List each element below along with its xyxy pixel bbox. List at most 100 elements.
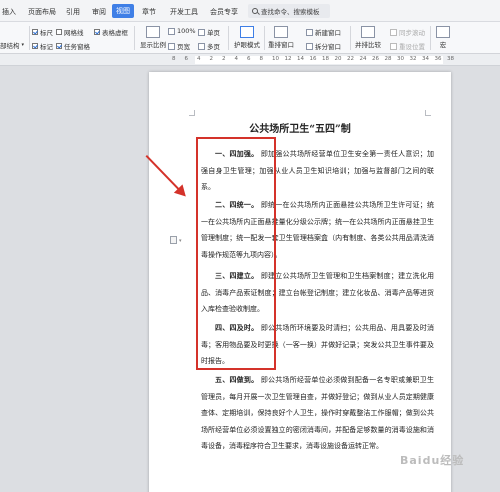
divider bbox=[134, 26, 135, 50]
ruler-number: 24 bbox=[359, 56, 367, 62]
menu-bar: 插入 页面布局 引用 审阅 视图 章节 开发工具 会员专享 查找命令、搜索模板 bbox=[0, 0, 500, 22]
document-title: 公共场所卫生“五四”制 bbox=[249, 124, 351, 135]
page-width-icon bbox=[168, 42, 175, 50]
zoom-ratio-button[interactable]: 显示比例 bbox=[140, 26, 166, 49]
ruler-number: 2 bbox=[209, 56, 214, 62]
eye-icon bbox=[240, 26, 254, 38]
tab-references[interactable]: 引用 bbox=[66, 7, 80, 17]
checkbox-icon bbox=[56, 29, 62, 35]
horizontal-ruler[interactable]: 8 6 4 2 2 4 6 8 10 12 14 16 18 20 22 24 26 28 30 32 34 36 38 bbox=[0, 54, 500, 66]
rearrange-icon bbox=[274, 26, 288, 38]
ruler-number: 2 bbox=[222, 56, 226, 62]
paragraph-text: 即公共场所经营单位必须做到配备一名专职或兼职卫生管理员，每月开展一次卫生管理自查… bbox=[201, 376, 434, 450]
checkbox-icon bbox=[56, 43, 62, 49]
ruler-number: 30 bbox=[397, 56, 404, 62]
tab-chapter[interactable]: 章节 bbox=[142, 7, 156, 17]
divider bbox=[430, 26, 431, 50]
tab-review[interactable]: 审阅 bbox=[92, 7, 106, 17]
paragraph-menu-icon[interactable] bbox=[170, 236, 177, 244]
divider bbox=[350, 26, 351, 50]
macro-button[interactable]: 宏 bbox=[436, 26, 450, 49]
table-frame-checkbox[interactable]: 表格虚框 bbox=[94, 27, 128, 37]
divider bbox=[228, 26, 229, 50]
ruler-number: 18 bbox=[322, 56, 329, 62]
reset-position-label: 重设位置 bbox=[399, 43, 425, 51]
new-window-button[interactable]: 新建窗口 bbox=[306, 27, 341, 37]
split-window-icon bbox=[306, 42, 313, 50]
side-by-side-button[interactable]: 并排比较 bbox=[355, 26, 381, 49]
single-page-button[interactable]: 单页 bbox=[198, 27, 220, 37]
ruler-number: 26 bbox=[372, 56, 379, 62]
ruler-number: 10 bbox=[272, 56, 279, 62]
ruler-number: 8 bbox=[172, 56, 176, 62]
ruler-number: 38 bbox=[447, 56, 454, 62]
macro-label: 宏 bbox=[439, 41, 447, 49]
ruler-number: 34 bbox=[422, 56, 429, 62]
ruler-checkbox[interactable]: 标尺 bbox=[32, 27, 53, 37]
zoom-100-label: 100% bbox=[177, 27, 196, 35]
rearrange-label: 重排窗口 bbox=[268, 41, 294, 49]
annotation-highlight-box bbox=[196, 137, 276, 370]
tab-developer[interactable]: 开发工具 bbox=[170, 7, 198, 17]
ruler-number: 12 bbox=[284, 56, 292, 62]
doc-structure-label: 部结构 bbox=[0, 42, 20, 50]
split-window-button[interactable]: 拆分窗口 bbox=[306, 41, 341, 51]
macro-icon bbox=[436, 26, 450, 38]
sync-scroll-icon bbox=[390, 28, 397, 36]
search-placeholder: 查找命令、搜索模板 bbox=[261, 8, 320, 16]
multi-page-label: 多页 bbox=[207, 43, 220, 51]
divider bbox=[29, 26, 30, 50]
single-page-label: 单页 bbox=[207, 29, 220, 37]
page-width-label: 页宽 bbox=[177, 43, 190, 51]
zoom-100-icon bbox=[168, 27, 175, 35]
view-ribbon: 部结构 ▾ 标尺 网格线 表格虚框 标记 任务窗格 显示比例 100% 页宽 单… bbox=[0, 22, 500, 54]
gridlines-checkbox[interactable]: 网格线 bbox=[56, 27, 84, 37]
chevron-down-icon: ▾ bbox=[179, 238, 182, 244]
multi-page-button[interactable]: 多页 bbox=[198, 41, 220, 51]
eye-mode-button[interactable]: 护眼模式 bbox=[234, 26, 260, 49]
ruler-number: 4 bbox=[234, 56, 239, 62]
checkbox-icon bbox=[32, 43, 38, 49]
side-by-side-label: 并排比较 bbox=[355, 41, 381, 49]
compare-icon bbox=[361, 26, 375, 38]
reset-position-icon bbox=[390, 42, 397, 50]
checkbox-icon bbox=[94, 29, 100, 35]
eye-mode-label: 护眼模式 bbox=[234, 41, 260, 49]
margin-corner-mark bbox=[425, 110, 431, 116]
ruler-label: 标尺 bbox=[40, 29, 53, 37]
watermark: Baidu经验 bbox=[400, 454, 465, 467]
split-window-label: 拆分窗口 bbox=[315, 43, 341, 51]
ruler-number: 6 bbox=[184, 56, 189, 62]
doc-structure-button[interactable]: 部结构 ▾ bbox=[0, 40, 24, 50]
zoom-100-button[interactable]: 100% bbox=[168, 27, 196, 35]
rearrange-windows-button[interactable]: 重排窗口 bbox=[268, 26, 294, 49]
tab-insert[interactable]: 插入 bbox=[2, 7, 16, 17]
page-width-button[interactable]: 页宽 bbox=[168, 41, 190, 51]
ruler-number: 14 bbox=[297, 56, 304, 62]
markup-checkbox[interactable]: 标记 bbox=[32, 41, 53, 51]
task-pane-checkbox[interactable]: 任务窗格 bbox=[56, 41, 90, 51]
ruler-number: 32 bbox=[409, 56, 417, 62]
sync-scroll-button[interactable]: 同步滚动 bbox=[390, 27, 425, 37]
markup-label: 标记 bbox=[40, 43, 53, 51]
tab-view[interactable]: 视图 bbox=[112, 4, 134, 18]
ruler-number: 6 bbox=[247, 56, 251, 62]
ruler-text-area bbox=[195, 56, 443, 64]
reset-position-button[interactable]: 重设位置 bbox=[390, 41, 425, 51]
ruler-number: 4 bbox=[197, 56, 201, 62]
ruler-number: 20 bbox=[334, 56, 342, 62]
paragraph-5[interactable]: 五、四做到。 即公共场所经营单位必须做到配备一名专职或兼职卫生管理员，每月开展一… bbox=[201, 372, 434, 455]
checkbox-icon bbox=[32, 29, 38, 35]
search-icon bbox=[252, 8, 258, 14]
multi-page-icon bbox=[198, 42, 205, 50]
document-page[interactable]: 公共场所卫生“五四”制 一、四加强。 即加强公共场所经营单位卫生安全第一责任人意… bbox=[149, 72, 451, 492]
tab-member[interactable]: 会员专享 bbox=[210, 7, 238, 17]
ruler-number: 16 bbox=[309, 56, 317, 62]
new-window-icon bbox=[306, 28, 313, 36]
command-search-input[interactable]: 查找命令、搜索模板 bbox=[248, 4, 330, 18]
new-window-label: 新建窗口 bbox=[315, 29, 341, 37]
zoom-icon bbox=[146, 26, 160, 38]
paragraph-lead: 五、四做到。 bbox=[215, 375, 259, 384]
ruler-number: 8 bbox=[259, 56, 264, 62]
tab-page-layout[interactable]: 页面布局 bbox=[28, 7, 56, 17]
